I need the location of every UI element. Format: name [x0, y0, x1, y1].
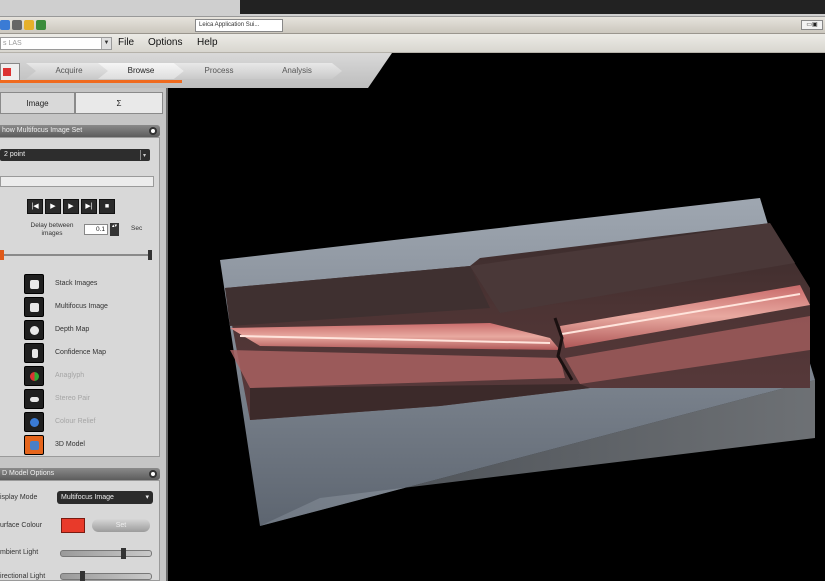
- view-item-multifocus-image[interactable]: Multifocus Image: [24, 296, 154, 319]
- display-mode-label: isplay Mode: [0, 494, 38, 501]
- image-set-dropdown[interactable]: 2 point ▾: [0, 149, 150, 161]
- title-bar: Leica Application Sui... ▭▣: [0, 17, 825, 34]
- os-top-strip: [0, 0, 825, 17]
- delay-unit: Sec: [131, 225, 143, 232]
- image-progress-bar: [0, 176, 154, 187]
- left-panel: Image Σ how Multifocus Image Set 2 point…: [0, 88, 168, 581]
- subtab-image[interactable]: Image: [0, 92, 75, 114]
- collapse-icon[interactable]: [149, 127, 157, 135]
- view-item-colour-relief[interactable]: Colour Relief: [24, 411, 154, 434]
- workflow-tabs-area: Acquire Browse Process Analysis: [0, 53, 392, 88]
- model-options-title: D Model Options: [2, 470, 55, 477]
- directional-light-slider[interactable]: [60, 571, 152, 581]
- menu-options[interactable]: Options: [148, 37, 182, 48]
- last-frame-button[interactable]: ▶|: [81, 199, 97, 214]
- ambient-light-knob[interactable]: [121, 548, 127, 559]
- surface-colour-label: urface Colour: [0, 522, 43, 529]
- combo-arrow-icon[interactable]: ▼: [101, 38, 111, 49]
- depth-map-icon[interactable]: [24, 320, 44, 340]
- ie-icon[interactable]: [0, 20, 10, 30]
- delay-label: Delay between images: [30, 222, 74, 237]
- workflow-bar: Acquire Browse Process Analysis: [0, 53, 825, 88]
- view-item-3d-model[interactable]: 3D Model: [24, 434, 154, 457]
- colour-relief-icon[interactable]: [24, 412, 44, 432]
- tab-analysis[interactable]: Analysis: [252, 63, 342, 79]
- address-combo-value: s LAS: [3, 40, 22, 47]
- view-item-confidence-map[interactable]: Confidence Map: [24, 342, 154, 365]
- image-set-value: 2 point: [4, 151, 26, 158]
- taskbar-app-tab[interactable]: Leica Application Sui...: [195, 19, 283, 32]
- display-mode-dropdown[interactable]: Multifocus Image ▾: [57, 491, 153, 504]
- window-controls[interactable]: ▭▣: [801, 20, 823, 30]
- play-button[interactable]: ▶: [63, 199, 79, 214]
- multifocus-panel-title: how Multifocus Image Set: [2, 127, 83, 134]
- model-options-header[interactable]: D Model Options: [0, 468, 160, 480]
- collapse-icon[interactable]: [149, 470, 157, 478]
- menu-bar: s LAS ▼ File Options Help: [0, 34, 825, 53]
- tab-acquire[interactable]: Acquire: [26, 63, 112, 79]
- surface-colour-swatch[interactable]: [61, 518, 85, 533]
- stack-images-icon[interactable]: [24, 274, 44, 294]
- dropdown-arrow-icon: ▾: [145, 494, 149, 501]
- delay-spinner[interactable]: ▴▾: [110, 223, 119, 236]
- refresh-icon[interactable]: [36, 20, 46, 30]
- top-dark-band: [240, 0, 825, 14]
- set-colour-button[interactable]: Set: [92, 519, 150, 532]
- view-mode-list: Stack Images Multifocus Image Depth Map …: [24, 273, 154, 457]
- multifocus-image-icon[interactable]: [24, 297, 44, 317]
- menu-file[interactable]: File: [118, 37, 134, 48]
- view-item-stack-images[interactable]: Stack Images: [24, 273, 154, 296]
- menu-help[interactable]: Help: [197, 37, 218, 48]
- 3d-model-icon[interactable]: [24, 435, 44, 455]
- 3d-model-render[interactable]: [170, 88, 825, 581]
- first-frame-button[interactable]: |◀: [27, 199, 43, 214]
- directional-light-knob[interactable]: [79, 571, 85, 581]
- play-back-button[interactable]: ▶: [45, 199, 61, 214]
- tab-process[interactable]: Process: [174, 63, 264, 79]
- playback-controls: |◀ ▶ ▶ ▶| ■: [27, 199, 115, 214]
- tab-browse[interactable]: Browse: [98, 63, 184, 79]
- dropdown-arrow-icon: ▾: [140, 150, 148, 160]
- 3d-viewport[interactable]: [170, 88, 825, 581]
- quick-launch: [0, 20, 46, 30]
- leica-icon: [3, 68, 11, 76]
- anaglyph-icon[interactable]: [24, 366, 44, 386]
- delay-input[interactable]: 0.1: [84, 224, 108, 235]
- save-icon[interactable]: [12, 20, 22, 30]
- active-tab-underline: [0, 80, 182, 83]
- multifocus-panel-header[interactable]: how Multifocus Image Set: [0, 125, 160, 137]
- slider-thumb[interactable]: [0, 250, 4, 260]
- view-item-anaglyph[interactable]: Anaglyph: [24, 365, 154, 388]
- stereo-pair-icon[interactable]: [24, 389, 44, 409]
- display-mode-value: Multifocus Image: [61, 494, 114, 501]
- frame-slider[interactable]: [0, 250, 152, 260]
- stop-button[interactable]: ■: [99, 199, 115, 214]
- view-item-stereo-pair[interactable]: Stereo Pair: [24, 388, 154, 411]
- view-item-depth-map[interactable]: Depth Map: [24, 319, 154, 342]
- panel-subtabs: Image Σ: [0, 92, 166, 114]
- address-combo[interactable]: s LAS ▼: [0, 37, 112, 50]
- ambient-light-slider[interactable]: [60, 548, 152, 559]
- confidence-map-icon[interactable]: [24, 343, 44, 363]
- directional-light-label: irectional Light: [0, 573, 46, 580]
- folder-icon[interactable]: [24, 20, 34, 30]
- subtab-sum[interactable]: Σ: [75, 92, 163, 114]
- ambient-light-label: mbient Light: [0, 549, 39, 556]
- slider-end-marker: [148, 250, 152, 260]
